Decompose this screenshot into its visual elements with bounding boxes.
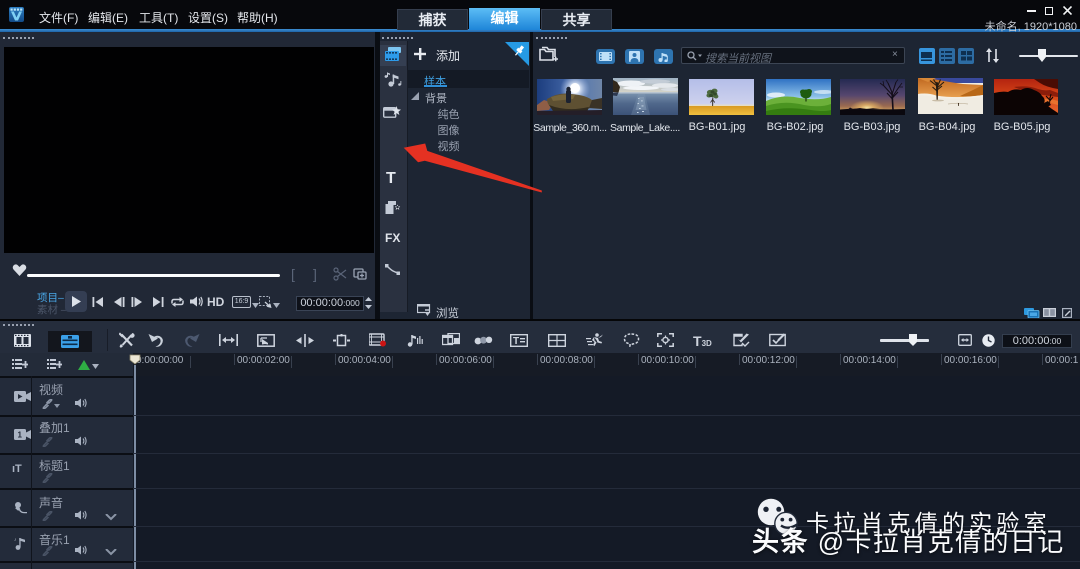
- svg-text:♪: ♪: [14, 537, 17, 543]
- svg-text:1: 1: [18, 431, 23, 440]
- svg-text:T: T: [513, 336, 519, 347]
